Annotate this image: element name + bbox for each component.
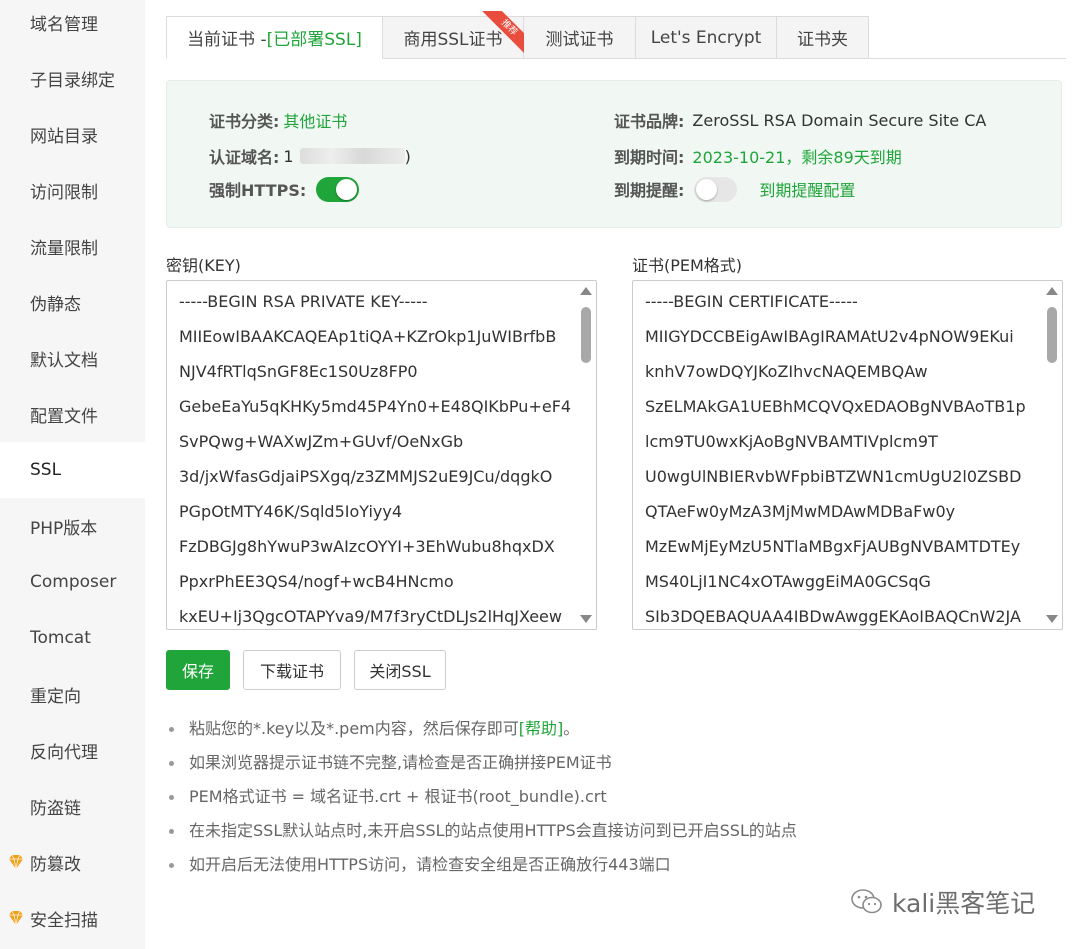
- key-textarea[interactable]: -----BEGIN RSA PRIVATE KEY----- MIIEowIBA…: [166, 280, 597, 630]
- key-line: FzDBGJg8hYwuP3wAIzcOYYI+3EhWubu8hqxDX: [179, 537, 555, 556]
- sidebar-item-reverse-proxy[interactable]: 反向代理: [0, 722, 145, 778]
- expiry-reminder-toggle[interactable]: [694, 176, 738, 202]
- tips-list: 粘贴您的*.key以及*.pem内容，然后保存即可[帮助]。 如果浏览器提示证书…: [166, 712, 1046, 882]
- cert-content: -----BEGIN CERTIFICATE----- MIIGYDCCBEigA…: [645, 284, 1040, 628]
- key-scrollbar[interactable]: [578, 283, 594, 627]
- ssl-status-label: [已部署SSL]: [266, 30, 362, 50]
- ssl-tabs: 当前证书 - [已部署SSL] 商用SSL证书 推荐 测试证书 Let's En…: [166, 11, 869, 59]
- sidebar-item-rewrite[interactable]: 伪静态: [0, 274, 145, 330]
- key-line: PpxrPhEE3QS4/nogf+wcB4HNcmo: [179, 572, 454, 591]
- sidebar-item-domain[interactable]: 域名管理: [0, 0, 145, 50]
- reminder-config-link[interactable]: 到期提醒配置: [759, 177, 855, 201]
- sidebar-item-traffic-limit[interactable]: 流量限制: [0, 218, 145, 274]
- scroll-up-icon[interactable]: [1046, 287, 1058, 295]
- cert-category: 证书分类: 其他证书: [209, 112, 348, 131]
- wechat-icon: [851, 889, 882, 914]
- recommend-badge: 推荐: [481, 11, 527, 57]
- force-https: 强制HTTPS:: [209, 176, 360, 202]
- sidebar: 域名管理 子目录绑定 网站目录 访问限制 流量限制 伪静态 默认文档 配置文件 …: [0, 0, 145, 949]
- cert-domain: 认证域名: 1 ): [209, 146, 411, 168]
- tab-divider: [866, 58, 1066, 59]
- key-line: -----BEGIN RSA PRIVATE KEY-----: [179, 292, 428, 311]
- diamond-icon: [9, 854, 23, 870]
- scroll-thumb[interactable]: [581, 307, 591, 363]
- tip-item: 如果浏览器提示证书链不完整,请检查是否正确拼接PEM证书: [166, 746, 1046, 780]
- tab-commercial-ssl[interactable]: 商用SSL证书 推荐: [383, 11, 527, 59]
- sidebar-item-access-limit[interactable]: 访问限制: [0, 162, 145, 218]
- sidebar-item-ssl[interactable]: SSL: [0, 442, 145, 498]
- tab-test-cert[interactable]: 测试证书: [524, 16, 636, 59]
- cert-brand: 证书品牌: ZeroSSL RSA Domain Secure Site CA: [614, 110, 987, 132]
- sidebar-item-config-file[interactable]: 配置文件: [0, 386, 145, 442]
- cert-line: U0wgUlNBIERvbWFpbiBTZWN1cmUgU2l0ZSBD: [645, 467, 1022, 486]
- key-line: NJV4fRTlqSnGF8Ec1S0Uz8FP0: [179, 362, 418, 381]
- download-cert-button[interactable]: 下载证书: [243, 650, 341, 690]
- sidebar-item-composer[interactable]: Composer: [0, 554, 145, 610]
- force-https-toggle[interactable]: [316, 176, 360, 202]
- key-label: 密钥(KEY): [166, 256, 241, 275]
- cert-info-panel: 证书分类: 其他证书 认证域名: 1 ) 强制HTTPS: 证书品牌: Zero…: [166, 80, 1062, 228]
- cert-line: MIIGYDCCBEigAwIBAgIRAMAtU2v4pNOW9EKui: [645, 327, 1014, 346]
- toggle-knob: [336, 178, 358, 200]
- sidebar-item-site-dir[interactable]: 网站目录: [0, 106, 145, 162]
- sidebar-item-security-scan[interactable]: 安全扫描: [0, 890, 145, 946]
- cert-line: MzEwMjEyMzU5NTlaMBgxFjAUBgNVBAMTDTEy: [645, 537, 1021, 556]
- expiry-reminder: 到期提醒: 到期提醒配置: [614, 176, 855, 202]
- sidebar-item-php-version[interactable]: PHP版本: [0, 498, 145, 554]
- key-line: kxEU+Ij3QgcOTAPYva9/M7f3ryCtDLJs2lHqJXee…: [179, 607, 562, 626]
- scroll-thumb[interactable]: [1047, 307, 1057, 363]
- diamond-icon: [9, 910, 23, 926]
- toggle-knob: [696, 178, 718, 200]
- key-line: GebeEaYu5qKHKy5md45P4Yn0+E48QIKbPu+eF4: [179, 397, 572, 416]
- tip-item: PEM格式证书 = 域名证书.crt + 根证书(root_bundle).cr…: [166, 780, 1046, 814]
- cert-label: 证书(PEM格式): [632, 256, 743, 275]
- tab-current-cert[interactable]: 当前证书 - [已部署SSL]: [166, 16, 383, 59]
- redacted-domain: [299, 148, 405, 164]
- sidebar-item-tamper-proof[interactable]: 防篡改: [0, 834, 145, 890]
- cert-textarea[interactable]: -----BEGIN CERTIFICATE----- MIIGYDCCBEigA…: [632, 280, 1063, 630]
- cert-line: knhV7owDQYJKoZIhvcNAQEMBQAw: [645, 362, 928, 381]
- cert-line: MS40LjI1NC4xOTAwggEiMA0GCSqG: [645, 572, 931, 591]
- tab-lets-encrypt[interactable]: Let's Encrypt: [636, 16, 777, 59]
- cert-line: QTAeFw0yMzA3MjMwMDAwMDBaFw0y: [645, 502, 956, 521]
- scroll-down-icon[interactable]: [1046, 615, 1058, 623]
- save-button[interactable]: 保存: [166, 650, 230, 690]
- scroll-up-icon[interactable]: [580, 287, 592, 295]
- key-line: SvPQwg+WAXwJZm+GUvf/OeNxGb: [179, 432, 464, 451]
- key-line: 3d/jxWfasGdjaiPSXgq/z3ZMMJS2uE9JCu/dqgkO: [179, 467, 553, 486]
- cert-line: SzELMAkGA1UEBhMCQVQxEDAOBgNVBAoTB1p: [645, 397, 1026, 416]
- cert-scrollbar[interactable]: [1044, 283, 1060, 627]
- watermark: kali黑客笔记: [850, 884, 1035, 920]
- sidebar-item-subdir[interactable]: 子目录绑定: [0, 50, 145, 106]
- tab-cert-folder[interactable]: 证书夹: [777, 16, 869, 59]
- key-line: PGpOtMTY46K/Sqld5IoYiyy4: [179, 502, 403, 521]
- sidebar-item-redirect[interactable]: 重定向: [0, 666, 145, 722]
- sidebar-item-tomcat[interactable]: Tomcat: [0, 610, 145, 666]
- cert-expiry: 到期时间: 2023-10-21，剩余89天到期: [614, 148, 902, 167]
- key-line: MIIEowIBAAKCAQEAp1tiQA+KZrOkp1JuWIBrfbB: [179, 327, 557, 346]
- tip-item: 如开启后无法使用HTTPS访问，请检查安全组是否正确放行443端口: [166, 848, 1046, 882]
- scroll-down-icon[interactable]: [580, 615, 592, 623]
- sidebar-item-default-doc[interactable]: 默认文档: [0, 330, 145, 386]
- cert-line: -----BEGIN CERTIFICATE-----: [645, 292, 858, 311]
- tip-item: 在未指定SSL默认站点时,未开启SSL的站点使用HTTPS会直接访问到已开启SS…: [166, 814, 1046, 848]
- close-ssl-button[interactable]: 关闭SSL: [354, 650, 446, 690]
- help-link[interactable]: [帮助]: [519, 719, 564, 738]
- sidebar-item-hotlink[interactable]: 防盗链: [0, 778, 145, 834]
- cert-line: lcm9TU0wxKjAoBgNVBAMTIVplcm9T: [645, 432, 938, 451]
- tip-item: 粘贴您的*.key以及*.pem内容，然后保存即可[帮助]。: [166, 712, 1046, 746]
- key-content: -----BEGIN RSA PRIVATE KEY----- MIIEowIBA…: [179, 284, 574, 628]
- cert-line: SIb3DQEBAQUAA4IBDwAwggEKAoIBAQCnW2JA: [645, 607, 1021, 626]
